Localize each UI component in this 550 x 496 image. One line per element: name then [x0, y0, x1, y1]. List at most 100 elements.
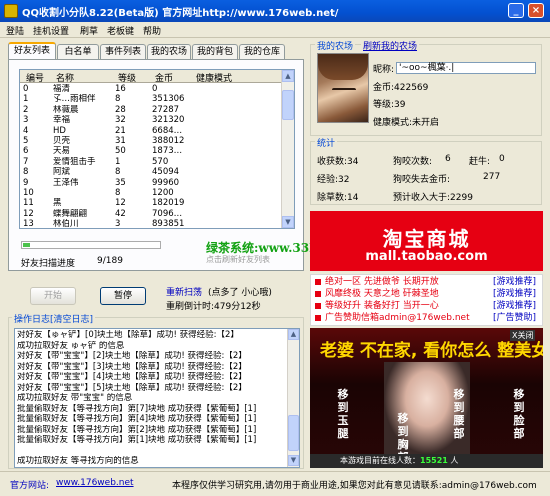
table-cell: 1: [115, 156, 121, 167]
log-scrollbar[interactable]: ▲ ▼: [287, 329, 299, 467]
table-cell: 蝶舞翩翩: [53, 208, 88, 219]
menu-settings[interactable]: 挂机设置: [33, 24, 69, 37]
nickname-field[interactable]: '~oo~楓葉·.|: [396, 62, 536, 74]
table-row[interactable]: 3 幸福 32 321320: [20, 115, 282, 125]
table-cell: 1200: [152, 187, 174, 198]
col-id[interactable]: 编号: [26, 71, 44, 84]
game-ad-close-button[interactable]: X关闭: [510, 330, 536, 341]
table-row[interactable]: 6 天易 50 1873…: [20, 146, 282, 156]
avatar-hair: [318, 54, 368, 80]
table-row[interactable]: 11 黑 12 182019: [20, 198, 282, 208]
col-name[interactable]: 名称: [56, 71, 74, 84]
log-line: 对好友【带"宝宝"】[5]块土地【除草】成功! 获得经验:【2】: [17, 382, 247, 393]
ad-links: 绝对一区 先进做爷 长期开放 [游戏推荐] 风靡终极 天意之地 矸棘圣地 [游戏推荐…: [310, 274, 543, 326]
log-line: 对好友【卯宝宝】[4]块土地【除草】成功! 获得经验:【2】: [17, 467, 289, 468]
taobao-ad-banner[interactable]: 淘宝商城 mall.taobao.com: [310, 211, 543, 271]
scan-progress-value: 9/189: [97, 256, 123, 266]
clear-log-link[interactable]: 清空日志: [54, 315, 90, 325]
table-cell: 31: [115, 135, 126, 146]
table-cell: 13: [23, 219, 34, 229]
disclaimer-text: 本程序仅供学习研究用,请勿用于商业用途,如果您对此有意见请联系:admin@17…: [172, 481, 537, 491]
scroll-up-icon[interactable]: ▲: [282, 70, 294, 82]
table-row[interactable]: 2 林薇晨 28 27287: [20, 105, 282, 115]
ad-link-row[interactable]: 广告赞助信箱admin@176web.net [广告赞助]: [315, 313, 536, 324]
tab-events[interactable]: 事件列表: [100, 44, 146, 60]
refresh-friends-hint[interactable]: 点击刷新好友列表: [206, 254, 270, 265]
table-row[interactable]: 12 蝶舞翩翩 42 7096…: [20, 209, 282, 219]
table-cell: 7096…: [152, 208, 183, 219]
menu-weed[interactable]: 刷草: [80, 24, 98, 37]
table-row[interactable]: 5 贝壳 31 388012: [20, 136, 282, 146]
ad-link-tag[interactable]: [游戏推荐]: [493, 277, 536, 288]
stat-dog-bite-label: 狗咬次数:: [393, 157, 433, 167]
table-cell: 贝壳: [53, 135, 71, 146]
my-gold: 金币:422569: [373, 83, 429, 93]
log-scroll-up-icon[interactable]: ▲: [288, 329, 299, 340]
ad-link-text[interactable]: 广告赞助信箱admin@176web.net: [325, 313, 470, 324]
my-farm-group: 我的农场 刷新我的农场 昵称: '~oo~楓葉·.| 金币:422569 等级:…: [310, 39, 542, 136]
my-level: 等级:39: [373, 100, 406, 110]
official-site-link[interactable]: www.176web.net: [56, 478, 134, 488]
grid-scrollbar[interactable]: ▲ ▼: [281, 70, 294, 228]
taobao-ad-title: 淘宝商城: [382, 227, 471, 251]
scan-progress-bar: [21, 241, 161, 249]
table-row[interactable]: 9 王泽伟 35 99960: [20, 178, 282, 188]
game-ad-option[interactable]: 移到腰部: [450, 388, 468, 440]
ad-link-tag[interactable]: [游戏推荐]: [493, 289, 536, 300]
rescan-link[interactable]: 重新扫荡: [166, 285, 202, 298]
table-row[interactable]: 13 林伯川 3 893851: [20, 219, 282, 229]
log-scroll-down-icon[interactable]: ▼: [288, 455, 299, 466]
ad-link-tag[interactable]: [广告赞助]: [493, 313, 536, 324]
ad-link-tag[interactable]: [游戏推荐]: [493, 301, 536, 312]
stats-legend: 统计: [315, 136, 338, 149]
refresh-my-farm-link[interactable]: 刷新我的农场: [361, 39, 420, 52]
menu-help[interactable]: 帮助: [143, 24, 161, 37]
close-button[interactable]: ×: [528, 3, 544, 18]
operation-log[interactable]: 对好友【ゅャ铲】[0]块土地【除草】成功! 获得经验:【2】 成功拉取好友 ゅャ铲…: [14, 328, 300, 468]
game-online-label: 本游戏目前在线人数：: [340, 456, 420, 465]
app-icon: [4, 4, 18, 18]
table-cell: 35: [115, 177, 126, 188]
table-row[interactable]: 10 8 1200: [20, 188, 282, 198]
minimize-button[interactable]: _: [508, 3, 524, 18]
table-row[interactable]: 0 福清 16 0: [20, 84, 282, 94]
pause-button[interactable]: 暂停: [100, 287, 146, 305]
col-gold[interactable]: 金币: [155, 71, 173, 84]
scroll-down-icon[interactable]: ▼: [282, 216, 294, 228]
game-ad-banner[interactable]: 老婆 不在家, 看你怎么 整美女 X关闭 移到玉腿 移到胸部 移到腰部 移到脸部…: [310, 328, 543, 468]
ad-bullet-icon: [315, 314, 321, 321]
table-row[interactable]: 8 阿斌 8 45094: [20, 167, 282, 177]
ad-link-text[interactable]: 等级好升 装备好打 当开一心: [325, 301, 439, 312]
tab-my-farm[interactable]: 我的农场: [147, 44, 191, 60]
table-cell: 32: [115, 115, 126, 126]
ad-link-row[interactable]: 等级好升 装备好打 当开一心 [游戏推荐]: [315, 301, 536, 312]
menu-boss-key[interactable]: 老板键: [107, 24, 134, 37]
table-cell: 27287: [152, 104, 180, 115]
ad-link-text[interactable]: 风靡终极 天意之地 矸棘圣地: [325, 289, 439, 300]
menu-login[interactable]: 登陆: [6, 24, 24, 37]
game-ad-option[interactable]: 移到玉腿: [334, 388, 352, 440]
game-ad-option[interactable]: 移到脸部: [510, 388, 528, 440]
scroll-thumb[interactable]: [282, 90, 294, 120]
tab-my-bag[interactable]: 我的背包: [192, 44, 238, 60]
table-row[interactable]: 4 HD 21 6684…: [20, 126, 282, 136]
log-scroll-thumb[interactable]: [288, 415, 299, 451]
ad-link-row[interactable]: 绝对一区 先进做爷 长期开放 [游戏推荐]: [315, 277, 536, 288]
ad-link-row[interactable]: 风靡终极 天意之地 矸棘圣地 [游戏推荐]: [315, 289, 536, 300]
friend-grid[interactable]: 编号 名称 等级 金币 健康模式 0 福清 16 0 1 孓…雨相伴 8 351306 2 林薇晨…: [19, 69, 295, 229]
table-cell: 6684…: [152, 125, 183, 136]
tab-whitelist[interactable]: 白名单: [57, 44, 99, 60]
col-health[interactable]: 健康模式: [196, 71, 232, 84]
game-online-unit: 人: [450, 456, 459, 465]
start-button[interactable]: 开始: [30, 287, 76, 305]
table-row[interactable]: 7 爱情狙击手 1 570: [20, 157, 282, 167]
ad-link-text[interactable]: 绝对一区 先进做爷 长期开放: [325, 277, 439, 288]
col-level[interactable]: 等级: [118, 71, 136, 84]
tab-friends[interactable]: 好友列表: [8, 42, 56, 60]
table-cell: 1873…: [152, 146, 183, 157]
tab-my-warehouse[interactable]: 我的仓库: [239, 44, 285, 60]
table-cell: 9: [23, 177, 29, 188]
table-cell: 8: [115, 167, 121, 178]
table-row[interactable]: 1 孓…雨相伴 8 351306: [20, 94, 282, 104]
